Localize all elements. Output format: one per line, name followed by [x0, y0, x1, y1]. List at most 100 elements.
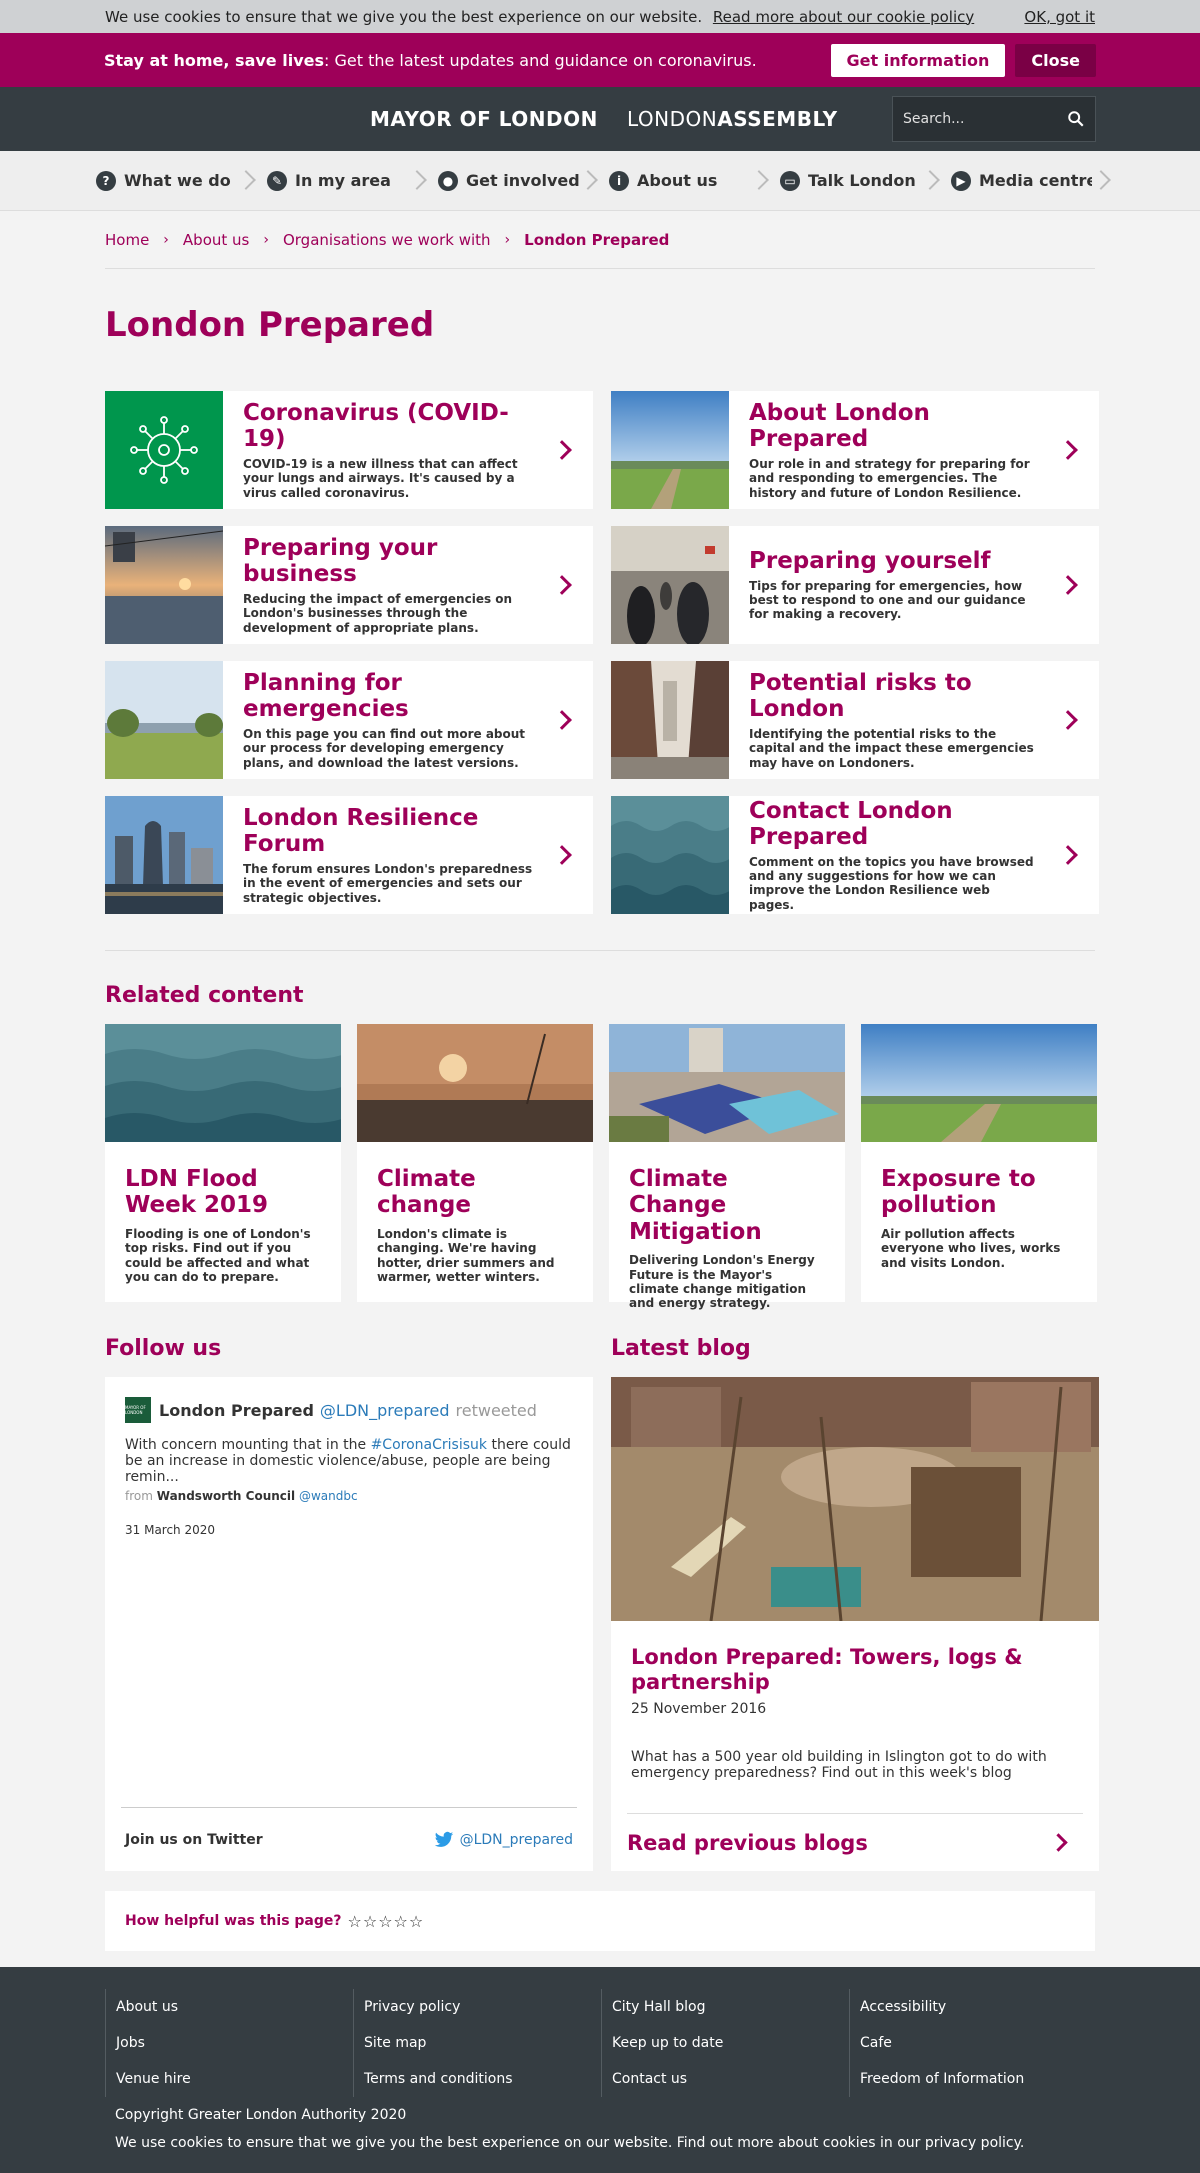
card-coronavirus[interactable]: Coronavirus (COVID-19) COVID-19 is a new … — [105, 391, 593, 509]
card-title: Planning for emergencies — [243, 669, 409, 723]
wave-pattern-image — [611, 796, 729, 914]
card-desc: Comment on the topics you have browsed a… — [749, 854, 1034, 912]
footer-link[interactable]: Venue hire — [116, 2061, 353, 2097]
section-divider — [105, 950, 1095, 951]
blog-card: London Prepared: Towers, logs & partners… — [611, 1377, 1099, 1871]
card-potential-risks[interactable]: Potential risks to London Identifying the… — [611, 661, 1099, 779]
related-card-climate-mitigation[interactable]: Climate Change Mitigation Delivering Lond… — [609, 1024, 845, 1310]
footer-col-2: Privacy policy Site map Terms and condit… — [353, 1989, 601, 2097]
footer-link[interactable]: City Hall blog — [612, 1989, 849, 2025]
star-rating-icons[interactable]: ☆☆☆☆☆ — [348, 1912, 425, 1931]
follow-us-heading: Follow us — [105, 1336, 222, 1361]
nav-media-centre[interactable]: ▶ Media centre — [943, 151, 1114, 210]
blog-photo[interactable] — [611, 1377, 1099, 1622]
follow-twitter-link[interactable]: @LDN_prepared — [434, 1831, 573, 1849]
chevron-right-icon: › — [263, 231, 269, 248]
footer-link[interactable]: Keep up to date — [612, 2025, 849, 2061]
card-london-resilience-forum[interactable]: London Resilience Forum The forum ensures… — [105, 796, 593, 914]
london-assembly-logo[interactable]: LONDONASSEMBLY — [627, 107, 838, 131]
cookie-banner: We use cookies to ensure that we give yo… — [0, 0, 1200, 33]
tweet-text: With concern mounting that in the #Coron… — [125, 1437, 571, 1486]
footer-link[interactable]: Cafe — [860, 2025, 1097, 2061]
footer-col-4: Accessibility Cafe Freedom of Informatio… — [849, 1989, 1097, 2097]
search-input[interactable]: Search... — [892, 96, 1096, 142]
related-card-flood-week[interactable]: LDN Flood Week 2019 Flooding is one of Lo… — [105, 1024, 345, 1302]
source-name[interactable]: Wandsworth Council — [157, 1489, 295, 1503]
breadcrumb-organisations[interactable]: Organisations we work with — [283, 231, 491, 249]
nav-get-involved[interactable]: ● Get involved — [430, 151, 601, 210]
related-title: Climate change — [377, 1166, 476, 1219]
info-icon: i — [609, 170, 629, 191]
card-title: London Resilience Forum — [243, 804, 479, 858]
close-alert-button[interactable]: Close — [1015, 43, 1096, 77]
nav-talk-london[interactable]: ▭ Talk London — [772, 151, 943, 210]
river-cable-car-photo — [105, 526, 223, 644]
related-desc: Flooding is one of London's top risks. F… — [125, 1226, 311, 1285]
footer-link[interactable]: Jobs — [116, 2025, 353, 2061]
card-title: About London Prepared — [749, 399, 930, 453]
city-street-photo — [611, 661, 729, 779]
blog-title-link[interactable]: London Prepared: Towers, logs & partners… — [631, 1645, 1023, 1694]
card-preparing-yourself[interactable]: Preparing yourself Tips for preparing for… — [611, 526, 1099, 644]
card-desc: Tips for preparing for emergencies, how … — [749, 578, 1026, 622]
alert-message: Stay at home, save lives: Get the latest… — [104, 50, 757, 70]
avatar[interactable]: MAYOR OF LONDON — [125, 1397, 151, 1423]
page-title: London Prepared — [105, 305, 435, 345]
retweeted-label: retweeted — [455, 1400, 537, 1420]
hazy-sunset-photo — [357, 1024, 593, 1142]
footer-link[interactable]: Accessibility — [860, 1989, 1097, 2025]
page-rating: How helpful was this page? ☆☆☆☆☆ — [105, 1891, 1095, 1951]
nav-about-us[interactable]: i About us — [601, 151, 772, 210]
footer-link[interactable]: Site map — [364, 2025, 601, 2061]
nav-in-my-area[interactable]: ✎ In my area — [259, 151, 430, 210]
related-card-climate-change[interactable]: Climate change London's climate is changi… — [357, 1024, 593, 1302]
location-pin-icon: ● — [438, 170, 458, 191]
site-footer: About us Jobs Venue hire Privacy policy … — [0, 1967, 1200, 2173]
nav-what-we-do[interactable]: ? What we do — [88, 151, 259, 210]
source-handle[interactable]: @wandbc — [299, 1489, 358, 1503]
cookie-message: We use cookies to ensure that we give yo… — [105, 7, 975, 26]
card-desc: Reducing the impact of emergencies on Lo… — [243, 591, 513, 635]
card-preparing-business[interactable]: Preparing your business Reducing the impa… — [105, 526, 593, 644]
card-desc: Identifying the potential risks to the c… — [749, 726, 1034, 770]
read-previous-blogs-link[interactable]: Read previous blogs — [627, 1813, 1083, 1871]
cookie-policy-link[interactable]: Read more about our cookie policy — [713, 8, 974, 26]
related-desc: Delivering London's Energy Future is the… — [629, 1253, 815, 1311]
breadcrumb-about[interactable]: About us — [183, 231, 249, 249]
blog-desc: What has a 500 year old building in Isli… — [631, 1749, 1047, 1782]
related-content-heading: Related content — [105, 983, 304, 1008]
card-contact-london-prepared[interactable]: Contact London Prepared Comment on the to… — [611, 796, 1099, 914]
park-photo — [861, 1024, 1097, 1142]
search-icon[interactable] — [1067, 110, 1085, 128]
breadcrumb-home[interactable]: Home — [105, 231, 149, 249]
card-title: Coronavirus (COVID-19) — [243, 399, 509, 453]
play-icon: ▶ — [951, 170, 971, 191]
card-about-london-prepared[interactable]: About London Prepared Our role in and str… — [611, 391, 1099, 509]
hashtag-link[interactable]: #CoronaCrisisuk — [371, 1437, 487, 1453]
street-crowd-photo — [611, 526, 729, 644]
footer-link[interactable]: Contact us — [612, 2061, 849, 2097]
footer-link[interactable]: About us — [116, 1989, 353, 2025]
site-header: MAYOR OF LONDON LONDONASSEMBLY Search... — [0, 87, 1200, 151]
footer-link[interactable]: Terms and conditions — [364, 2061, 601, 2097]
city-skyline-photo — [105, 796, 223, 914]
coronavirus-alert: Stay at home, save lives: Get the latest… — [0, 33, 1200, 87]
get-information-button[interactable]: Get information — [830, 43, 1006, 77]
footer-link[interactable]: Privacy policy — [364, 1989, 601, 2025]
cookie-accept-link[interactable]: OK, got it — [1024, 8, 1095, 26]
chevron-right-icon: › — [163, 231, 169, 248]
virus-icon — [105, 391, 223, 509]
copyright-text: Copyright Greater London Authority 2020 — [115, 2107, 407, 2123]
topic-cards: Coronavirus (COVID-19) COVID-19 is a new … — [105, 391, 1099, 914]
chevron-right-icon — [1092, 151, 1114, 210]
chat-icon: ▭ — [780, 170, 800, 191]
tweet-author-name[interactable]: London Prepared — [159, 1401, 314, 1420]
footer-link[interactable]: Freedom of Information — [860, 2061, 1097, 2097]
related-card-exposure-pollution[interactable]: Exposure to pollution Air pollution affec… — [861, 1024, 1097, 1302]
tweet-author-handle[interactable]: @LDN_prepared — [320, 1401, 450, 1420]
card-planning-emergencies[interactable]: Planning for emergencies On this page you… — [105, 661, 593, 779]
twitter-footer: Join us on Twitter @LDN_prepared — [121, 1807, 577, 1871]
solar-roof-photo — [609, 1024, 845, 1142]
main-content: Home › About us › Organisations we work … — [89, 211, 1111, 1951]
mayor-of-london-logo[interactable]: MAYOR OF LONDON — [370, 107, 598, 131]
